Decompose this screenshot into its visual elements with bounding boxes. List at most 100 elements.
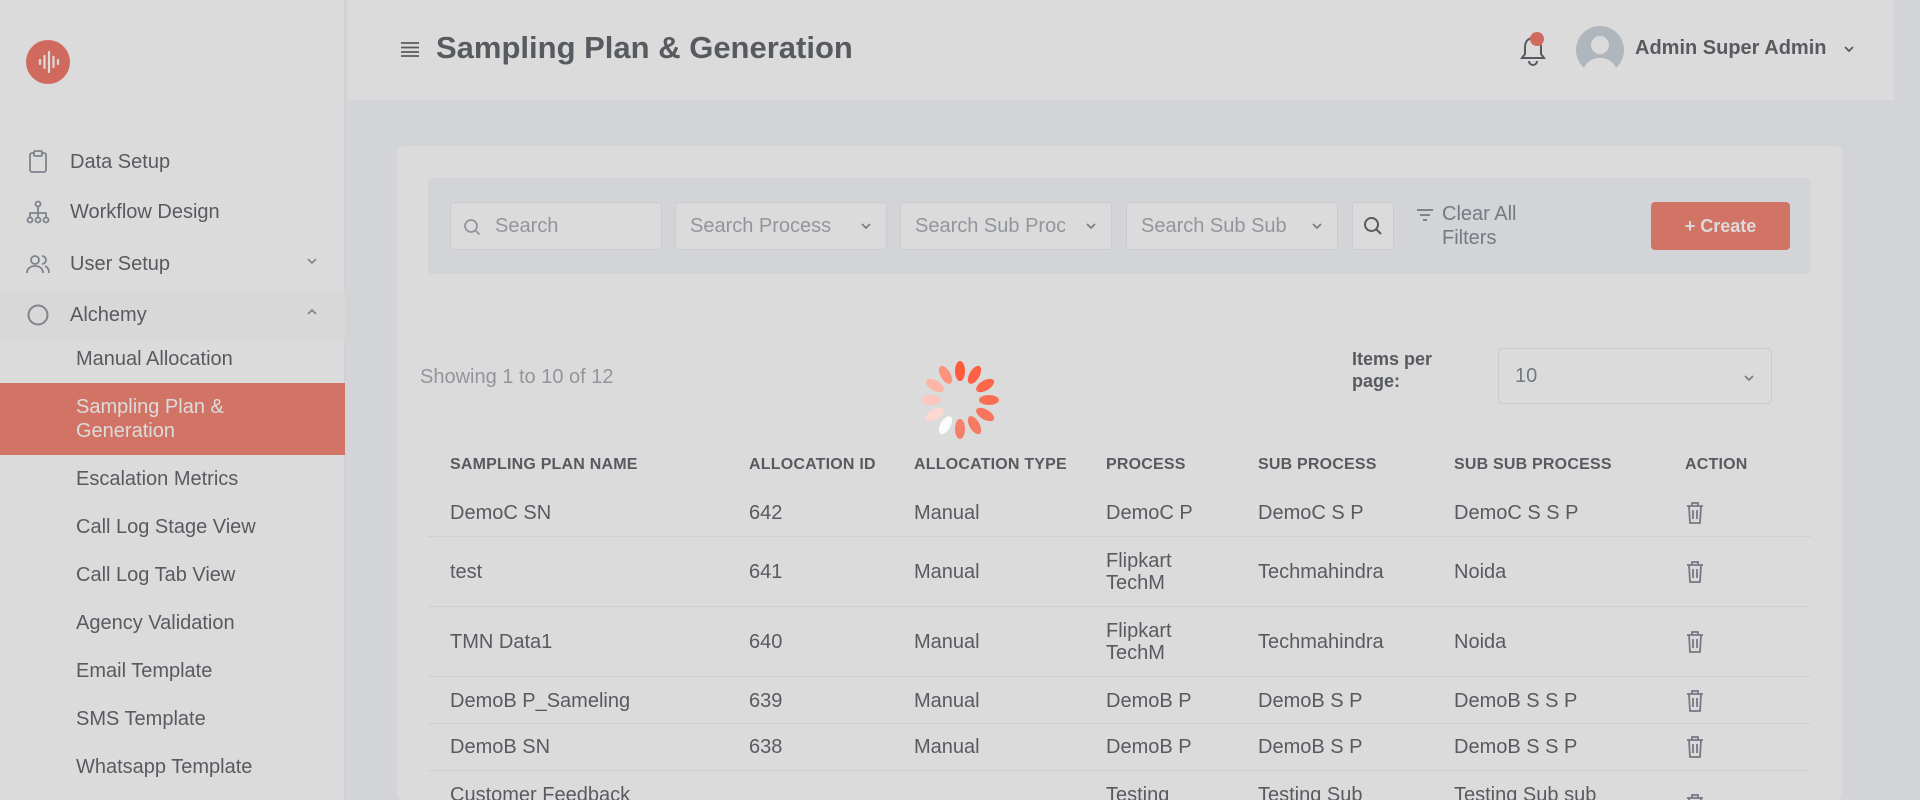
table-row[interactable]: Customer Feedback Testing Testing Sub Te… [428, 771, 1811, 800]
sidebar-sub-item-label: Call Log Stage View [76, 515, 256, 538]
sub-process-select[interactable]: Search Sub Proc [900, 202, 1112, 250]
showing-count: Showing 1 to 10 of 12 [420, 366, 614, 388]
table-header-sub-sub-process[interactable]: SUB SUB PROCESS [1454, 456, 1612, 474]
cell-sampling-plan-name: DemoB SN [450, 736, 551, 758]
sidebar-item-label: Workflow Design [70, 200, 220, 223]
sidebar-sub-item-sms-template[interactable]: SMS Template [0, 706, 345, 732]
sidebar: Data Setup Workflow Design User Setup Al… [0, 0, 345, 800]
sidebar-sub-item-agency-validation[interactable]: Agency Validation [0, 610, 345, 636]
sidebar-sub-item-manual-allocation[interactable]: Manual Allocation [0, 346, 345, 372]
clear-all-filters-button[interactable]: Clear All Filters [1416, 202, 1516, 250]
chevron-down-icon [1744, 375, 1754, 382]
cell-allocation-type: Manual [914, 631, 980, 653]
cell-sampling-plan-name: Customer Feedback [450, 784, 631, 800]
cell-process: Testing [1106, 784, 1170, 800]
trash-icon[interactable] [1685, 793, 1705, 800]
page-title: Sampling Plan & Generation [436, 30, 853, 65]
cell-allocation-id: 638 [749, 736, 783, 758]
sub-sub-process-placeholder: Search Sub Sub [1141, 214, 1287, 237]
items-per-page-select[interactable]: 10 [1498, 348, 1772, 404]
sidebar-sub-item-label: Call Log Tab View [76, 563, 236, 586]
trash-icon[interactable] [1685, 560, 1705, 584]
sidebar-sub-item-label: Agency Validation [76, 611, 235, 634]
chevron-up-icon[interactable] [305, 307, 319, 317]
table-header-action: ACTION [1685, 456, 1748, 473]
search-placeholder: Search [495, 214, 559, 237]
cell-sub-process: Techmahindra [1258, 631, 1384, 653]
app-logo[interactable] [26, 40, 70, 84]
cell-allocation-type: Manual [914, 736, 980, 758]
sidebar-sub-item-escalation-metrics[interactable]: Escalation Metrics [0, 466, 345, 492]
sidebar-item-label: Alchemy [70, 303, 147, 326]
process-select[interactable]: Search Process [675, 202, 887, 250]
trash-icon[interactable] [1685, 630, 1705, 654]
table-row[interactable]: DemoB P_Sameling 639 Manual DemoB P Demo… [428, 677, 1811, 724]
cell-sub-sub-process: DemoB S S P [1454, 690, 1578, 712]
cell-sub-sub-process: Noida [1454, 561, 1507, 583]
sidebar-sub-item-label: Whatsapp Template [76, 755, 253, 778]
cell-sub-sub-process: DemoC S S P [1454, 502, 1579, 524]
circle-icon [24, 301, 52, 329]
table-row[interactable]: DemoB SN 638 Manual DemoB P DemoB S P De… [428, 724, 1811, 771]
sidebar-item-user-setup[interactable]: User Setup [0, 240, 345, 288]
sidebar-item-label: User Setup [70, 252, 171, 275]
process-placeholder: Search Process [690, 214, 832, 237]
avatar[interactable] [1576, 26, 1624, 74]
table-header-allocation-id[interactable]: ALLOCATION ID [749, 456, 876, 474]
sidebar-sub-item-call-log-stage-view[interactable]: Call Log Stage View [0, 514, 345, 540]
cell-allocation-type: Manual [914, 502, 980, 524]
cell-sampling-plan-name: DemoB P_Sameling [450, 690, 631, 712]
table-row[interactable]: TMN Data1 640 Manual Flipkart TechM Tech… [428, 607, 1811, 677]
chevron-down-icon[interactable] [305, 256, 319, 266]
trash-icon[interactable] [1685, 735, 1705, 759]
table-header-process[interactable]: PROCESS [1106, 456, 1186, 474]
sidebar-sub-item-sampling-plan[interactable]: Sampling Plan & Generation [0, 383, 345, 455]
sidebar-sub-item-label: Escalation Metrics [76, 467, 239, 490]
cell-sub-process: DemoB S P [1258, 736, 1363, 758]
sidebar-item-alchemy[interactable]: Alchemy [0, 291, 345, 339]
cell-process: DemoB P [1106, 736, 1192, 758]
cell-process: Flipkart TechM [1106, 620, 1172, 664]
search-button[interactable] [1352, 202, 1394, 250]
table-header-sub-process[interactable]: SUB PROCESS [1258, 456, 1377, 474]
filter-icon [1417, 209, 1433, 221]
create-button[interactable]: + Create [1651, 202, 1790, 250]
user-avatar-icon [1582, 36, 1618, 74]
chevron-down-icon [861, 223, 871, 230]
chevron-down-icon[interactable] [1842, 44, 1856, 54]
cell-allocation-id: 640 [749, 631, 783, 653]
hamburger-menu-icon[interactable] [400, 40, 420, 58]
sidebar-sub-item-whatsapp-template[interactable]: Whatsapp Template [0, 754, 345, 780]
cell-sub-sub-process: Testing Sub sub [1454, 784, 1597, 800]
sidebar-sub-item-label: Manual Allocation [76, 347, 233, 370]
sidebar-item-label: Data Setup [70, 150, 171, 173]
cell-sub-sub-process: DemoB S S P [1454, 736, 1578, 758]
cell-sub-process: DemoC S P [1258, 502, 1364, 524]
clipboard-icon [24, 148, 52, 176]
cell-sub-process: Testing Sub [1258, 784, 1363, 800]
trash-icon[interactable] [1685, 501, 1705, 525]
chevron-down-icon [1312, 223, 1322, 230]
sidebar-item-data-setup[interactable]: Data Setup [0, 138, 345, 186]
users-icon [24, 250, 52, 278]
trash-icon[interactable] [1685, 689, 1705, 713]
search-input[interactable]: Search [450, 202, 662, 250]
cell-allocation-id: 642 [749, 502, 783, 524]
table-header-sampling-plan-name[interactable]: SAMPLING PLAN NAME [450, 456, 638, 474]
cell-sub-sub-process: Noida [1454, 631, 1507, 653]
search-icon [464, 219, 481, 236]
sub-sub-process-select[interactable]: Search Sub Sub [1126, 202, 1338, 250]
sidebar-sub-item-call-log-tab-view[interactable]: Call Log Tab View [0, 562, 345, 588]
user-name[interactable]: Admin Super Admin [1635, 37, 1826, 60]
sidebar-item-workflow-design[interactable]: Workflow Design [0, 188, 345, 236]
cell-allocation-id: 639 [749, 690, 783, 712]
table-row[interactable]: DemoC SN 642 Manual DemoC P DemoC S P De… [428, 490, 1811, 537]
cell-sampling-plan-name: TMN Data1 [450, 631, 553, 653]
table-row[interactable]: test 641 Manual Flipkart TechM Techmahin… [428, 537, 1811, 607]
clear-filters-label-line2: Filters [1442, 227, 1497, 249]
cell-allocation-type: Manual [914, 690, 980, 712]
table-header-allocation-type[interactable]: ALLOCATION TYPE [914, 456, 1067, 474]
loading-spinner-icon [921, 361, 999, 439]
sidebar-sub-item-email-template[interactable]: Email Template [0, 658, 345, 684]
sidebar-sub-item-label: Sampling Plan & Generation [76, 396, 224, 442]
